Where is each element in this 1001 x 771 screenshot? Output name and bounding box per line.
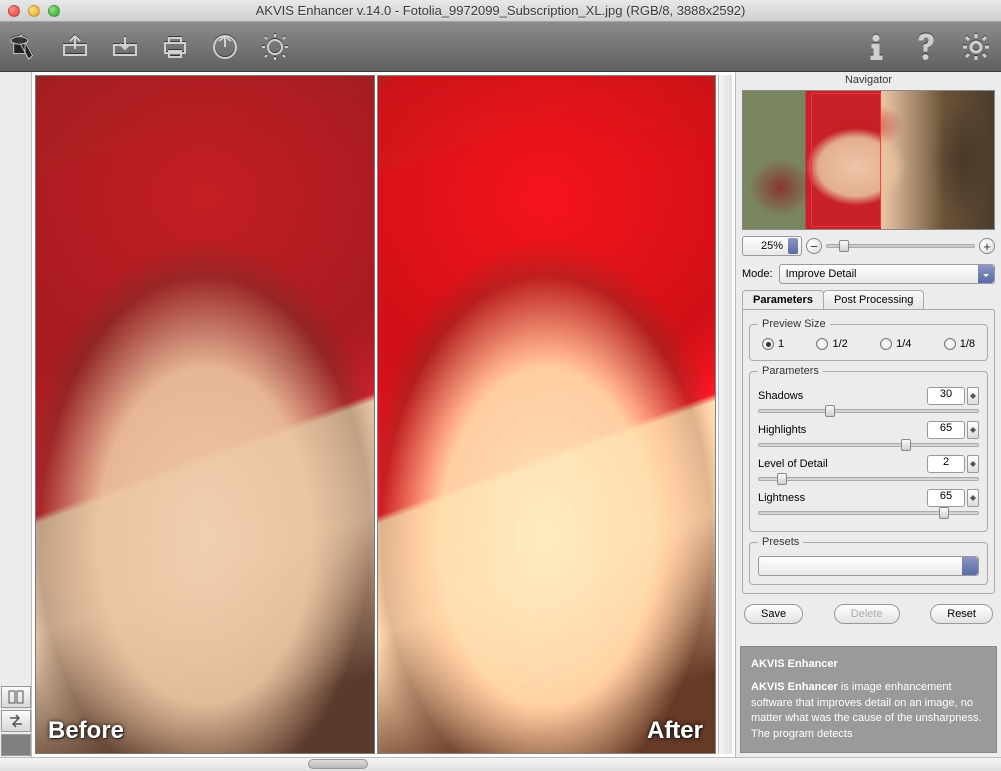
- param-slider[interactable]: [758, 511, 979, 515]
- param-stepper[interactable]: [967, 489, 979, 507]
- param-slider[interactable]: [758, 409, 979, 413]
- param-label: Highlights: [758, 424, 806, 436]
- param-value-field[interactable]: 65: [927, 489, 965, 507]
- presets-combo[interactable]: [758, 556, 979, 576]
- print-icon[interactable]: [160, 32, 190, 62]
- view-swap-button[interactable]: [1, 710, 31, 732]
- zoom-value: 25%: [761, 240, 783, 252]
- before-label: Before: [48, 717, 124, 745]
- zoom-out-button[interactable]: −: [806, 238, 822, 254]
- preview-size-option-1-8[interactable]: 1/8: [944, 338, 975, 350]
- titlebar: AKVIS Enhancer v.14.0 - Fotolia_9972099_…: [0, 0, 1001, 22]
- save-icon[interactable]: [110, 32, 140, 62]
- preview-size-option-1[interactable]: 1: [762, 338, 784, 350]
- reset-button[interactable]: Reset: [930, 604, 993, 624]
- radio-label: 1/4: [896, 338, 911, 350]
- open-icon[interactable]: [60, 32, 90, 62]
- radio-icon[interactable]: [944, 338, 956, 350]
- zoom-in-button[interactable]: +: [979, 238, 995, 254]
- preview-size-option-1-2[interactable]: 1/2: [816, 338, 847, 350]
- presets-fieldset: Presets: [749, 536, 988, 585]
- window-title: AKVIS Enhancer v.14.0 - Fotolia_9972099_…: [256, 3, 746, 18]
- app-logo-icon: [10, 32, 40, 62]
- help-icon[interactable]: [911, 32, 941, 62]
- preview-size-option-1-4[interactable]: 1/4: [880, 338, 911, 350]
- param-value-field[interactable]: 65: [927, 421, 965, 439]
- param-label: Shadows: [758, 390, 803, 402]
- zoom-window-button[interactable]: [48, 5, 60, 17]
- minimize-window-button[interactable]: [28, 5, 40, 17]
- parameters-legend: Parameters: [758, 365, 823, 377]
- description-title: AKVIS Enhancer: [751, 657, 986, 672]
- close-window-button[interactable]: [8, 5, 20, 17]
- preview-size-legend: Preview Size: [758, 318, 830, 330]
- param-label: Level of Detail: [758, 458, 828, 470]
- param-row-lightness: Lightness 65: [758, 489, 979, 515]
- zoom-slider[interactable]: [826, 244, 975, 248]
- after-label: After: [647, 717, 703, 745]
- preview-size-fieldset: Preview Size 1 1/2 1/4 1/8: [749, 318, 988, 361]
- preset-buttons: Save Delete Reset: [744, 604, 993, 624]
- canvas-area: Before After: [32, 72, 735, 757]
- radio-icon[interactable]: [816, 338, 828, 350]
- navigator-viewport[interactable]: [811, 93, 881, 227]
- param-value-field[interactable]: 2: [927, 455, 965, 473]
- mode-row: Mode: Improve Detail: [742, 264, 995, 284]
- presets-legend: Presets: [758, 536, 803, 548]
- description-box: AKVIS Enhancer AKVIS Enhancer is image e…: [740, 646, 997, 753]
- param-row-highlights: Highlights 65: [758, 421, 979, 447]
- view-single-button[interactable]: [1, 734, 31, 756]
- param-row-level-of-detail: Level of Detail 2: [758, 455, 979, 481]
- mode-value: Improve Detail: [786, 268, 857, 280]
- parameters-fieldset: Parameters Shadows 30 Highlights 65 Level of…: [749, 365, 988, 532]
- param-value-field[interactable]: 30: [927, 387, 965, 405]
- navigator-thumbnail[interactable]: [742, 90, 995, 230]
- run-icon[interactable]: [210, 32, 240, 62]
- main-area: Before After Navigator 25% − + Mode: Imp…: [0, 72, 1001, 757]
- settings-icon[interactable]: [961, 32, 991, 62]
- zoom-controls: 25% − +: [742, 236, 995, 256]
- canvas-vertical-scrollbar[interactable]: [718, 75, 732, 754]
- tabs: Parameters Post Processing: [742, 290, 995, 309]
- radio-icon[interactable]: [762, 338, 774, 350]
- delete-button: Delete: [834, 604, 900, 624]
- radio-icon[interactable]: [880, 338, 892, 350]
- canvas-horizontal-scrollbar[interactable]: [0, 757, 1001, 771]
- radio-label: 1/2: [832, 338, 847, 350]
- mode-combo[interactable]: Improve Detail: [779, 264, 995, 284]
- mode-label: Mode:: [742, 268, 773, 280]
- right-panel: Navigator 25% − + Mode: Improve Detail P…: [735, 72, 1001, 757]
- param-slider[interactable]: [758, 477, 979, 481]
- tab-parameters[interactable]: Parameters: [742, 290, 824, 309]
- view-side-by-side-button[interactable]: [1, 686, 31, 708]
- batch-icon[interactable]: [260, 32, 290, 62]
- radio-label: 1/8: [960, 338, 975, 350]
- param-slider[interactable]: [758, 443, 979, 447]
- tab-post-processing[interactable]: Post Processing: [823, 290, 924, 309]
- radio-label: 1: [778, 338, 784, 350]
- save-button[interactable]: Save: [744, 604, 803, 624]
- zoom-combo[interactable]: 25%: [742, 236, 802, 256]
- traffic-lights: [8, 5, 60, 17]
- description-body: AKVIS Enhancer is image enhancement soft…: [751, 680, 986, 742]
- param-stepper[interactable]: [967, 387, 979, 405]
- tab-body: Preview Size 1 1/2 1/4 1/8 Parameters Shado…: [742, 309, 995, 594]
- navigator-title: Navigator: [736, 72, 1001, 88]
- after-image[interactable]: After: [377, 75, 717, 754]
- toolbar: [0, 22, 1001, 72]
- info-icon[interactable]: [861, 32, 891, 62]
- before-image[interactable]: Before: [35, 75, 375, 754]
- param-label: Lightness: [758, 492, 805, 504]
- param-stepper[interactable]: [967, 455, 979, 473]
- param-stepper[interactable]: [967, 421, 979, 439]
- param-row-shadows: Shadows 30: [758, 387, 979, 413]
- left-toolstrip: [0, 72, 32, 757]
